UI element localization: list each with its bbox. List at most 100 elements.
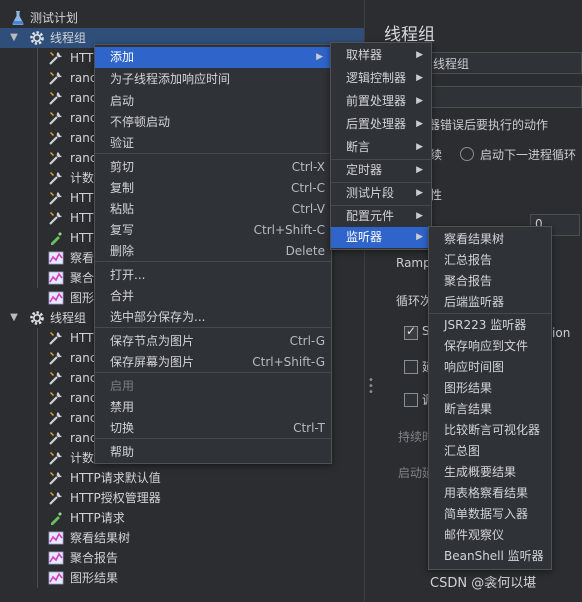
same-user-checkbox[interactable]: [404, 324, 418, 340]
listener-submenu-item[interactable]: 聚合报告: [429, 271, 551, 292]
tree-label: ranc: [70, 131, 97, 145]
listener-submenu-item[interactable]: 用表格察看结果: [429, 483, 551, 504]
wrench-icon: [48, 70, 64, 86]
menu-item-label: 聚合报告: [444, 274, 493, 288]
name-field[interactable]: 线程组: [426, 52, 582, 74]
listener-submenu-item[interactable]: 断言结果: [429, 399, 551, 420]
chevron-down-icon[interactable]: ▼: [8, 308, 20, 328]
chevron-right-icon: ▶: [416, 188, 423, 198]
add-submenu-item[interactable]: 测试片段 ▶: [331, 183, 431, 204]
tree-node[interactable]: HTTP请求默认值: [0, 468, 364, 488]
comment-field[interactable]: [426, 86, 582, 108]
add-submenu-item[interactable]: 后置处理器 ▶: [331, 114, 431, 135]
listener-submenu-item[interactable]: 汇总报告: [429, 250, 551, 271]
listener-submenu-item[interactable]: 察看结果树: [429, 229, 551, 250]
menu-item-label: 复制: [110, 181, 135, 195]
tree-label: 察看结果树: [70, 531, 131, 545]
context-menu-item[interactable]: 添加 ▶: [95, 47, 331, 68]
start-next-loop-radio[interactable]: [460, 147, 474, 161]
listener-submenu-item[interactable]: 保存响应到文件: [429, 336, 551, 357]
menu-item-label: 响应时间图: [444, 360, 505, 374]
tree-node-test-plan[interactable]: 测试计划: [0, 8, 364, 28]
menu-separator: [331, 159, 431, 160]
drag-handle-icon[interactable]: • • •: [368, 376, 374, 398]
add-submenu-item[interactable]: 逻辑控制器 ▶: [331, 68, 431, 89]
wrench-icon: [48, 90, 64, 106]
chart-icon: [48, 250, 64, 266]
pipette-icon: [48, 510, 64, 526]
tree-node[interactable]: 图形结果: [0, 568, 364, 588]
menu-item-label: 保存屏幕为图片: [110, 355, 195, 369]
chart-icon: [48, 530, 64, 546]
listener-submenu-item[interactable]: 邮件观察仪: [429, 525, 551, 546]
menu-item-label: 选中部分保存为...: [110, 310, 206, 324]
context-menu: 添加 ▶ 为子线程添加响应时间 启动 不停顿启动 验证 剪切 Ctrl-X 复制 Ctrl-C 粘贴…: [94, 44, 332, 464]
menu-item-label: 启用: [110, 379, 135, 393]
context-menu-item[interactable]: 保存节点为图片 Ctrl-G: [95, 331, 331, 352]
listener-submenu-item[interactable]: 后端监听器: [429, 292, 551, 313]
context-menu-item[interactable]: 帮助: [95, 442, 331, 463]
wrench-icon: [48, 390, 64, 406]
tree-label: ranc: [70, 431, 97, 445]
add-submenu-item[interactable]: 断言 ▶: [331, 137, 431, 158]
menu-item-label: 为子线程添加响应时间: [110, 72, 231, 86]
context-menu-item[interactable]: 不停顿启动: [95, 112, 331, 133]
tree-node[interactable]: HTTP请求: [0, 508, 364, 528]
listener-submenu-item[interactable]: 汇总图: [429, 441, 551, 462]
context-menu-item[interactable]: 合并: [95, 286, 331, 307]
listener-submenu-item[interactable]: 响应时间图: [429, 357, 551, 378]
menu-item-label: 切换: [110, 421, 135, 435]
tree-label: 聚合报告: [70, 551, 119, 565]
tree-label: HTTP授权管理器: [70, 491, 161, 505]
wrench-icon: [48, 130, 64, 146]
chevron-down-icon[interactable]: ▼: [8, 28, 20, 48]
context-menu-item[interactable]: 验证: [95, 133, 331, 154]
add-submenu-item[interactable]: 配置元件 ▶: [331, 206, 431, 227]
delay-thread-creation-checkbox[interactable]: [404, 360, 418, 374]
context-menu-item[interactable]: 删除 Delete: [95, 241, 331, 262]
add-submenu-item[interactable]: 前置处理器 ▶: [331, 91, 431, 112]
menu-shortcut: Ctrl-G: [289, 334, 325, 348]
listener-submenu-item[interactable]: BeanShell 监听器: [429, 546, 551, 567]
menu-item-label: 前置处理器: [346, 94, 407, 108]
menu-item-label: 粘贴: [110, 202, 135, 216]
context-menu-item[interactable]: 剪切 Ctrl-X: [95, 157, 331, 178]
tree-node[interactable]: 察看结果树: [0, 528, 364, 548]
tree-label: 线程组: [50, 311, 87, 325]
context-menu-item[interactable]: 为子线程添加响应时间: [95, 69, 331, 90]
context-menu-item[interactable]: 打开...: [95, 265, 331, 286]
menu-item-label: 后置处理器: [346, 117, 407, 131]
error-action-label: 器错误后要执行的动作: [428, 118, 549, 132]
add-submenu-item[interactable]: 取样器 ▶: [331, 45, 431, 66]
listener-submenu-item[interactable]: 生成概要结果: [429, 462, 551, 483]
tree-label: 图形结果: [70, 571, 119, 585]
menu-item-label: 验证: [110, 136, 135, 150]
add-submenu-item[interactable]: 定时器 ▶: [331, 160, 431, 181]
scheduler-checkbox[interactable]: [404, 393, 418, 407]
tree-node[interactable]: HTTP授权管理器: [0, 488, 364, 508]
listener-submenu-item[interactable]: 简单数据写入器: [429, 504, 551, 525]
menu-item-label: 剪切: [110, 160, 135, 174]
menu-shortcut: Ctrl-T: [293, 421, 325, 435]
start-next-loop-label[interactable]: 启动下一进程循环: [480, 146, 576, 163]
context-menu-item[interactable]: 复写 Ctrl+Shift-C: [95, 220, 331, 241]
chevron-right-icon: ▶: [416, 119, 423, 129]
context-menu-item: 启用: [95, 376, 331, 397]
chart-icon: [48, 290, 64, 306]
menu-item-label: 简单数据写入器: [444, 507, 529, 521]
menu-item-label: 生成概要结果: [444, 465, 517, 479]
menu-shortcut: Ctrl-V: [291, 202, 325, 216]
context-menu-item[interactable]: 保存屏幕为图片 Ctrl+Shift-G: [95, 352, 331, 373]
context-menu-item[interactable]: 禁用: [95, 397, 331, 418]
tree-node[interactable]: 聚合报告: [0, 548, 364, 568]
tree-label: ranc: [70, 411, 97, 425]
add-submenu-item[interactable]: 监听器 ▶: [331, 227, 431, 248]
listener-submenu-item[interactable]: JSR223 监听器: [429, 315, 551, 336]
listener-submenu-item[interactable]: 比较断言可视化器: [429, 420, 551, 441]
context-menu-item[interactable]: 选中部分保存为...: [95, 307, 331, 328]
context-menu-item[interactable]: 复制 Ctrl-C: [95, 178, 331, 199]
context-menu-item[interactable]: 粘贴 Ctrl-V: [95, 199, 331, 220]
listener-submenu-item[interactable]: 图形结果: [429, 378, 551, 399]
context-menu-item[interactable]: 启动: [95, 91, 331, 112]
context-menu-item[interactable]: 切换 Ctrl-T: [95, 418, 331, 439]
